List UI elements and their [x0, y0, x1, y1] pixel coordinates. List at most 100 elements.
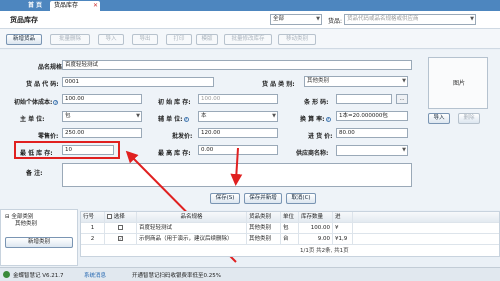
notes-textarea[interactable] [62, 163, 412, 187]
image-preview[interactable]: 图片 [428, 57, 488, 109]
main-unit-select[interactable]: 包 ▼ [62, 111, 142, 122]
sub-unit-label: 辅 单 位: [158, 116, 183, 123]
filter-select-value: 全部 [273, 16, 285, 22]
close-icon[interactable]: ✕ [93, 1, 98, 11]
toolbar: 新增货品 批量删除 导入 导出 打印 模版 批量修改库存 移动类别 [0, 29, 500, 49]
select-all-checkbox[interactable] [107, 214, 112, 219]
row-category: 其他类别 [247, 234, 281, 245]
app-logo-icon [3, 271, 10, 278]
col-price[interactable]: 进 [333, 212, 353, 223]
main-unit-label: 主 单 位: [20, 116, 45, 123]
table-header: 行号 选择 品名规格 货品类别 单位 库存数量 进 [81, 212, 499, 223]
barcode-field[interactable] [336, 94, 392, 104]
import-button[interactable]: 导入 [98, 34, 124, 45]
sub-unit-select[interactable]: 本 ▼ [198, 111, 278, 122]
batch-edit-stock-button[interactable]: 批量修改库存 [224, 34, 272, 45]
purchase-price-field[interactable]: 80.00 [336, 128, 408, 138]
col-select[interactable]: 选择 [105, 212, 137, 223]
app-version: 金蝶智慧记 V6.21.7 [13, 273, 64, 279]
barcode-browse-button[interactable]: ... [396, 94, 408, 104]
table-row[interactable]: 1 百度轻轻测试 其他类别 包 100.00 ¥ [81, 223, 499, 234]
batch-delete-button[interactable]: 批量删除 [50, 34, 90, 45]
new-category-button[interactable]: 新增类别 [5, 237, 73, 248]
goods-table: 行号 选择 品名规格 货品类别 单位 库存数量 进 1 百度轻轻测试 其他类别 … [80, 211, 500, 257]
convert-field[interactable]: 1本=20.000000包 [336, 111, 408, 121]
category-tree: ⊟ 全部类别 其他类别 新增类别 [0, 209, 78, 266]
wholesale-price-field[interactable]: 120.00 [198, 128, 278, 138]
name-field[interactable]: 百度轻轻测试 [62, 60, 412, 70]
min-stock-highlight [14, 141, 120, 159]
row-checkbox[interactable]: ✓ [118, 236, 123, 241]
export-button[interactable]: 导出 [132, 34, 158, 45]
col-category[interactable]: 货品类别 [247, 212, 281, 223]
max-stock-label: 最 高 库 存: [158, 150, 191, 157]
sub-unit-value: 本 [201, 113, 207, 119]
category-select[interactable]: 其他类别 ▼ [304, 76, 408, 87]
table-row[interactable]: 2 ✓ 示例商品（用于演示，建议后续删除） 其他类别 台 9.00 ¥1,9 [81, 234, 499, 245]
purchase-label: 进 货 价: [308, 133, 333, 140]
init-stock-field[interactable]: 100.00 [198, 94, 278, 104]
retail-price-field[interactable]: 250.00 [62, 128, 142, 138]
notes-label: 备 注: [26, 170, 43, 177]
image-import-button[interactable]: 导入 [428, 113, 450, 124]
move-category-button[interactable]: 移动类别 [278, 34, 316, 45]
save-and-new-button[interactable]: 保存并新增 [244, 193, 282, 204]
row-price: ¥ [333, 223, 353, 234]
main-unit-value: 包 [65, 113, 71, 119]
goods-search-input[interactable]: 货品代码或品名规格或供应商 ▼ [344, 14, 476, 25]
goods-search-placeholder: 货品代码或品名规格或供应商 [347, 16, 419, 22]
row-select[interactable]: ✓ [105, 234, 137, 245]
row-unit: 台 [281, 234, 299, 245]
convert-label-wrap: 换 算 率:? [300, 114, 331, 123]
init-cost-label-wrap: 初始个体成本:? [14, 97, 59, 106]
goods-label: 货品: [328, 18, 343, 25]
col-unit[interactable]: 单位 [281, 212, 299, 223]
tree-child[interactable]: 其他类别 [15, 219, 37, 227]
chevron-down-icon: ▼ [470, 16, 474, 22]
pager: 1/1页 共2条, 共1页 [300, 248, 349, 254]
supplier-select[interactable]: ▼ [336, 145, 408, 156]
max-stock-field[interactable]: 0.00 [198, 145, 278, 155]
cancel-button[interactable]: 取消(C) [286, 193, 316, 204]
status-message[interactable]: 开通智慧记扫码收银费率低至0.25% [132, 271, 221, 279]
filter-select[interactable]: 全部 ▼ [270, 14, 322, 25]
init-stock-label: 初 始 库 存: [158, 99, 191, 106]
row-checkbox[interactable] [118, 225, 123, 230]
chevron-down-icon: ▼ [136, 113, 140, 119]
info-icon[interactable]: ? [183, 117, 189, 122]
supplier-label: 供应商名称: [296, 150, 329, 157]
init-cost-label: 初始个体成本: [14, 99, 53, 106]
row-name: 示例商品（用于演示，建议后续删除） [137, 234, 247, 245]
init-cost-field[interactable]: 100.00 [62, 94, 142, 104]
name-label: 品名规格: [38, 64, 65, 71]
image-label: 图片 [452, 80, 465, 87]
row-name: 百度轻轻测试 [137, 223, 247, 234]
col-qty[interactable]: 库存数量 [299, 212, 333, 223]
title-row: 货品库存 全部 ▼ 货品: 货品代码或品名规格或供应商 ▼ [0, 11, 500, 29]
image-delete-button[interactable]: 删除 [458, 113, 480, 124]
code-field[interactable]: 0001 [62, 77, 214, 87]
retail-label: 零售价: [38, 133, 59, 140]
category-label: 货 品 类 别: [262, 81, 295, 88]
tab-bar: 首 页 货品库存 ✕ [0, 0, 500, 11]
category-select-value: 其他类别 [307, 78, 330, 84]
tab-home[interactable]: 首 页 [20, 1, 50, 11]
system-message-link[interactable]: 系统消息 [84, 271, 106, 279]
add-goods-button[interactable]: 新增货品 [6, 34, 42, 45]
chevron-down-icon: ▼ [316, 16, 320, 22]
col-no[interactable]: 行号 [81, 212, 105, 223]
chevron-down-icon: ▼ [402, 78, 406, 84]
col-name[interactable]: 品名规格 [137, 212, 247, 223]
convert-label: 换 算 率: [300, 116, 325, 123]
info-icon[interactable]: ? [325, 117, 331, 122]
row-qty: 100.00 [299, 223, 333, 234]
collapse-icon[interactable]: ⊟ [5, 214, 10, 220]
save-button[interactable]: 保存(S) [210, 193, 240, 204]
sub-unit-label-wrap: 辅 单 位:? [158, 114, 189, 123]
print-button[interactable]: 打印 [166, 34, 192, 45]
status-bar: 金蝶智慧记 V6.21.7 系统消息 开通智慧记扫码收银费率低至0.25% [0, 267, 500, 281]
tab-inventory[interactable]: 货品库存 ✕ [50, 1, 100, 11]
info-icon[interactable]: ? [53, 100, 59, 105]
row-select[interactable] [105, 223, 137, 234]
template-button[interactable]: 模版 [196, 34, 218, 45]
